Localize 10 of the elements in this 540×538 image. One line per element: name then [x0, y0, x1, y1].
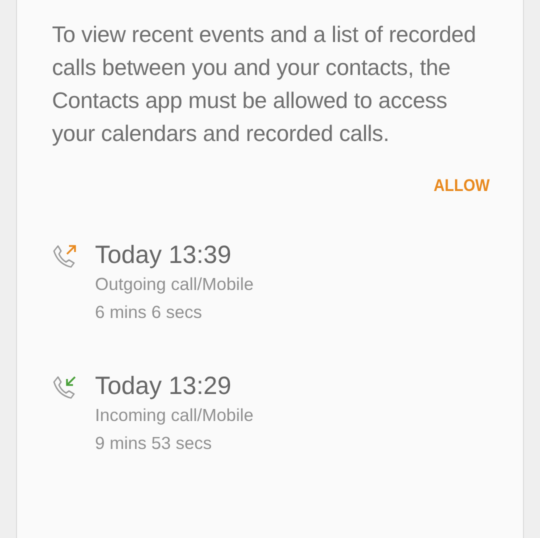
call-time: Today 13:39 [95, 240, 232, 270]
allow-button[interactable]: ALLOW [430, 176, 493, 196]
permission-message: To view recent events and a list of recorded calls between you and your contacts, the Contacts app must be allowed to access your calendars and recorded calls. [52, 21, 477, 148]
call-type: Outgoing call/Mobile [95, 273, 254, 296]
outgoing-call-icon [52, 243, 78, 269]
call-time: Today 13:29 [95, 371, 232, 401]
call-duration: 9 mins 53 secs [95, 432, 213, 455]
call-duration: 6 mins 6 secs [95, 301, 203, 324]
incoming-call-icon [52, 374, 78, 400]
call-type: Incoming call/Mobile [95, 404, 254, 427]
